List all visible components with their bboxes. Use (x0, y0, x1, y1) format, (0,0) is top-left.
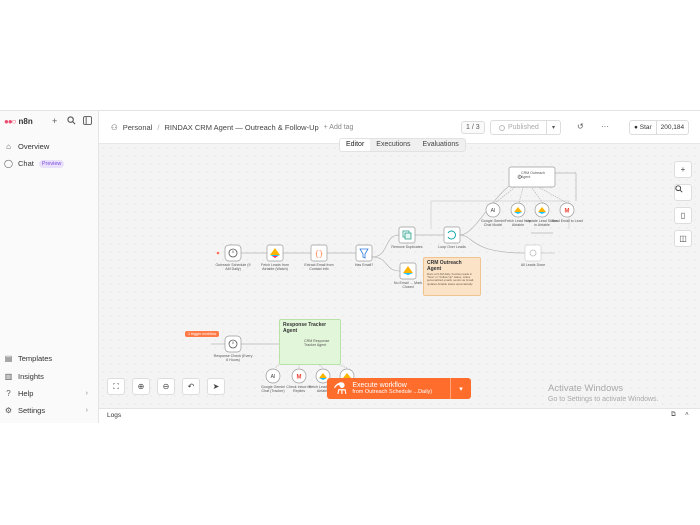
search-nodes-button[interactable] (674, 184, 692, 201)
sidebar-item-settings[interactable]: ⚙ Settings › (4, 406, 94, 415)
n8n-logo-icon: ●●○ (4, 117, 16, 126)
workflow-name[interactable]: RINDAX CRM Agent — Outreach & Follow-Up (164, 123, 318, 132)
execute-workflow-button[interactable]: ⚗ Execute workflow from Outreach Schedul… (327, 378, 471, 399)
sidebar-item-help[interactable]: ? Help › (4, 389, 94, 398)
node-outreach-schedule (216, 244, 242, 262)
fit-view-icon: ⛶ (113, 381, 119, 391)
cursor-icon: ➤ (212, 382, 220, 391)
n8n-app: ●●○ n8n + ⌂ Overview ◯ Chat Preview ▤ Te… (0, 110, 700, 423)
github-icon: ● Star (634, 124, 652, 131)
sticky-crm-body: Runs at 9 AM daily. Fetches leads in "Ne… (427, 272, 474, 286)
add-tag-button[interactable]: + Add tag (324, 124, 354, 131)
node-label-send-email: Send Email to Lead (551, 219, 583, 223)
svg-text:{}: {} (315, 251, 323, 259)
node-label-all-leads-done: All Leads Done (520, 263, 546, 267)
node-label-remove-duplicates: Remove Duplicates (391, 245, 423, 249)
node-label-no-email: No Email → Mark Closed (393, 281, 423, 289)
more-options-icon[interactable]: ··· (601, 122, 609, 131)
gear-icon: ⚙ (4, 406, 13, 415)
editor-tabs: Editor Executions Evaluations (339, 138, 466, 152)
tab-evaluations[interactable]: Evaluations (417, 139, 465, 151)
sidebar-item-overview[interactable]: ⌂ Overview (4, 142, 94, 151)
execute-main[interactable]: ⚗ Execute workflow from Outreach Schedul… (327, 378, 450, 399)
node-label-fetch-leads: Fetch Leads from Airtable (Watch) (261, 263, 289, 271)
chevron-down-icon[interactable]: ▾ (546, 121, 560, 134)
logs-label: Logs (107, 412, 122, 419)
sticky-resp-title: Response Tracker Agent (283, 322, 327, 334)
workflow-canvas[interactable]: {} ⚙ AI M AI M CRM Outreach Agent Runs a… (99, 144, 700, 408)
add-node-button[interactable]: + (674, 161, 692, 178)
execute-dropdown[interactable]: ▾ (450, 378, 471, 399)
zoom-in-button[interactable]: ⊕ (132, 378, 150, 395)
svg-text:AI: AI (491, 208, 496, 214)
side-panel-button[interactable]: ◫ (674, 230, 692, 247)
tab-editor[interactable]: Editor (340, 139, 371, 151)
breadcrumb-separator: / (157, 123, 160, 132)
sidebar-toggle-icon[interactable] (83, 116, 92, 127)
zoom-in-icon: ⊕ (137, 382, 145, 391)
breadcrumb-project[interactable]: Personal (123, 123, 153, 132)
svg-text:M: M (565, 209, 570, 215)
pop-out-icon[interactable]: ⧉ (671, 411, 676, 419)
logs-panel[interactable]: Logs ⧉ ˄ (99, 408, 700, 423)
sidebar-item-templates[interactable]: ▤ Templates (4, 354, 94, 363)
execute-sublabel: from Outreach Schedule ...Daily) (352, 389, 433, 395)
sidebar-item-chat[interactable]: ◯ Chat Preview (4, 159, 94, 168)
sticky-note-button[interactable]: ▯ (674, 207, 692, 224)
flask-icon: ⚗ (333, 380, 348, 398)
zoom-out-icon: ⊖ (162, 382, 170, 391)
preview-badge: Preview (38, 159, 65, 168)
chat-bubble-icon: ◯ (4, 159, 13, 168)
templates-icon: ▤ (4, 354, 13, 363)
sticky-crm-title: CRM Outreach Agent (427, 260, 462, 272)
brand-name: n8n (18, 117, 33, 126)
node-label-loop-leads: Loop Over Leads (438, 245, 466, 249)
trigger-workflow-tag[interactable]: 1 trigger workflow (185, 331, 220, 337)
star-count: 200,184 (655, 121, 689, 134)
svg-text:M: M (297, 375, 302, 381)
undo-icon: ↶ (187, 382, 195, 391)
node-label-response-agent: CRM Response Tracker Agent (304, 339, 330, 347)
undo-button[interactable]: ↶ (182, 378, 200, 395)
zoom-out-button[interactable]: ⊖ (157, 378, 175, 395)
panel-icon: ◫ (679, 234, 687, 243)
history-icon[interactable]: ↺ (577, 122, 584, 131)
version-pager[interactable]: 1 / 3 (461, 121, 485, 134)
node-label-has-email: Has Email? (354, 263, 374, 267)
fit-view-button[interactable]: ⛶ (107, 378, 125, 395)
home-icon: ⌂ (6, 142, 11, 151)
breadcrumb: ⚇ Personal / RINDAX CRM Agent — Outreach… (111, 123, 353, 132)
tab-executions[interactable]: Executions (370, 139, 416, 151)
search-icon (675, 185, 683, 193)
node-label-extract-email: Extract Email from Contact Info (304, 263, 334, 271)
help-icon: ? (6, 389, 11, 398)
chevron-right-icon: › (85, 390, 88, 397)
brand-logo[interactable]: ●●○ n8n (4, 117, 33, 126)
plus-icon: + (680, 165, 686, 174)
execute-label: Execute workflow (352, 382, 407, 389)
sticky-note-crm[interactable]: CRM Outreach Agent Runs at 9 AM daily. F… (423, 257, 481, 296)
sidebar-item-insights[interactable]: ▥ Insights (4, 372, 94, 381)
status-dot-icon (499, 124, 505, 131)
node-label-crm-agent: CRM Outreach Agent (521, 171, 545, 179)
workflow-graph: {} ⚙ AI M AI M (211, 166, 577, 384)
sidebar: ●●○ n8n + ⌂ Overview ◯ Chat Preview ▤ Te… (0, 111, 99, 423)
chart-icon: ▥ (4, 372, 13, 381)
publish-button[interactable]: Published ▾ (490, 120, 561, 135)
github-star-button[interactable]: ● Star 200,184 (629, 120, 690, 135)
activate-windows-watermark: Activate Windows Go to Settings to activ… (548, 383, 659, 403)
chevron-up-icon[interactable]: ˄ (685, 411, 689, 418)
node-label-response-check: Response Check (Every 6 Hours) (213, 354, 253, 362)
chevron-right-icon: › (85, 407, 88, 414)
user-icon: ⚇ (111, 123, 118, 132)
note-icon: ▯ (680, 211, 686, 220)
chevron-down-icon: ▾ (459, 385, 463, 393)
svg-text:AI: AI (271, 374, 276, 380)
search-icon[interactable] (67, 116, 76, 127)
select-tool-button[interactable]: ➤ (207, 378, 225, 395)
node-label-outreach-schedule: Outreach Schedule (9 AM Daily) (215, 263, 251, 271)
plus-icon[interactable]: + (52, 116, 57, 126)
